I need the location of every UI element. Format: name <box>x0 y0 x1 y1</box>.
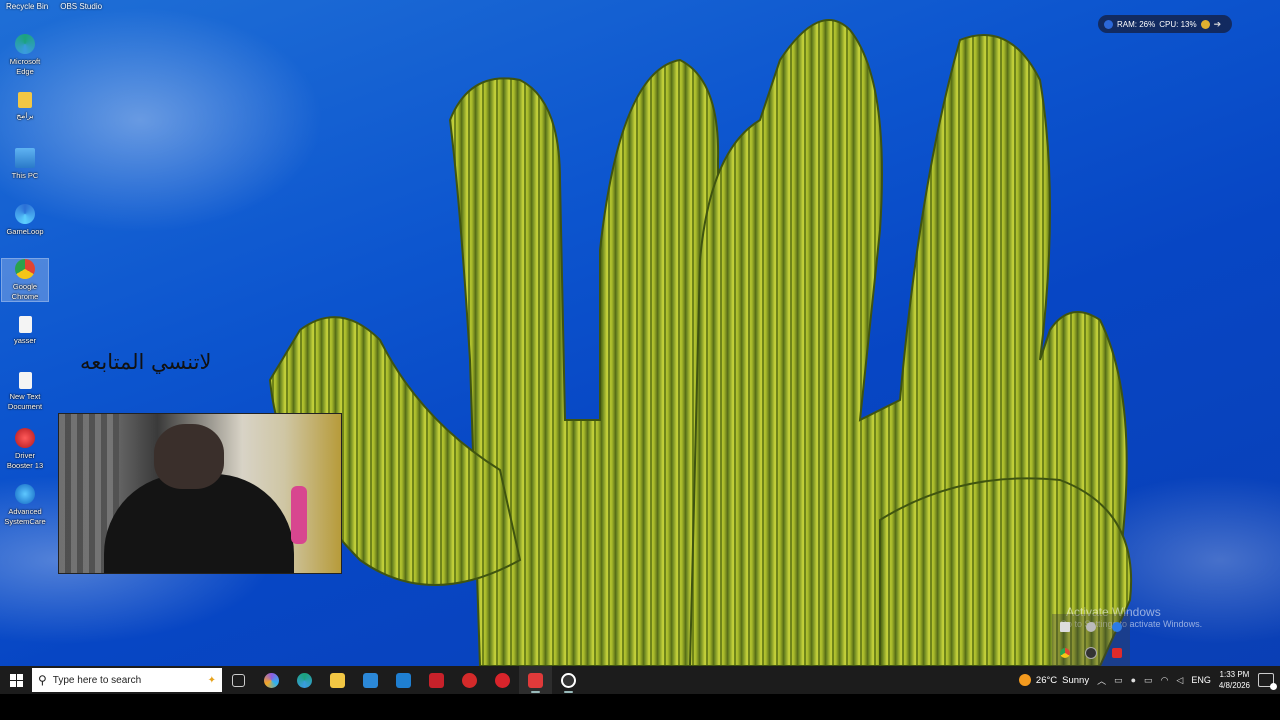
store-icon <box>363 672 378 688</box>
taskbar-red-app[interactable] <box>420 666 453 694</box>
chevron-up-icon[interactable]: ︿ <box>1097 674 1106 687</box>
obs-studio-label[interactable]: OBS Studio <box>60 2 102 11</box>
gameloop-tray-icon[interactable] <box>1086 621 1096 632</box>
taskbar-recorder[interactable] <box>519 666 552 694</box>
bluetooth-tray-icon[interactable] <box>1112 621 1122 632</box>
top-icon-labels: Recycle Bin OBS Studio <box>0 2 102 11</box>
system-tray: 26°C Sunny ︿ ▭ ● ▭ ◠ ◁ ENG 1:33 PM 4/8/2… <box>1018 669 1280 691</box>
start-button[interactable] <box>0 666 32 694</box>
recorder-tray-icon[interactable] <box>1112 647 1122 658</box>
desktop-icon-edge[interactable]: Microsoft Edge <box>2 34 48 77</box>
taskbar-copilot[interactable] <box>255 666 288 694</box>
system-monitor-widget[interactable]: RAM: 26% CPU: 13% ➔ <box>1098 15 1232 33</box>
driver-booster-icon <box>15 428 35 448</box>
taskbar-driver-booster[interactable] <box>486 666 519 694</box>
webcam-overlay <box>58 413 342 574</box>
webcam-object <box>291 486 307 544</box>
microphone-icon[interactable]: ● <box>1131 675 1136 685</box>
chrome-icon <box>15 259 35 279</box>
windows-tray-icon[interactable] <box>1060 621 1070 632</box>
file-icon <box>18 316 32 333</box>
desktop-icon-new-text-document[interactable]: New Text Document <box>2 372 48 412</box>
desktop-icon-chrome[interactable]: Google Chrome <box>1 258 49 302</box>
desktop-icon-label: New Text Document <box>7 392 43 411</box>
desktop-icon-label: This PC <box>11 171 39 180</box>
sun-icon <box>1018 674 1031 686</box>
weather-condition: Sunny <box>1062 674 1090 686</box>
desktop-icon-gameloop[interactable]: GameLoop <box>2 204 48 237</box>
folder-icon <box>18 92 32 108</box>
desktop-icon-driver-booster[interactable]: Driver Booster 13 <box>2 428 48 471</box>
webcam-person-body <box>104 474 294 573</box>
desktop-icon-label: yasser <box>13 336 37 345</box>
monitor-icon <box>1104 19 1113 29</box>
search-placeholder: Type here to search <box>52 674 142 686</box>
desktop-icon-label: Advanced SystemCare <box>4 507 46 526</box>
arrow-right-icon[interactable]: ➔ <box>1214 19 1222 30</box>
meet-now-icon[interactable]: ▭ <box>1114 675 1123 686</box>
weather-widget[interactable]: 26°C Sunny <box>1018 674 1090 686</box>
obs-studio-icon <box>561 672 576 688</box>
outlook-icon <box>396 672 411 688</box>
taskbar-obs-studio[interactable] <box>552 666 585 694</box>
taskbar-microsoft-store[interactable] <box>354 666 387 694</box>
webcam-person-head <box>154 424 224 489</box>
red-app-2-icon <box>462 672 477 688</box>
copilot-icon <box>264 672 279 688</box>
taskbar-outlook[interactable] <box>387 666 420 694</box>
notification-center-icon[interactable] <box>1258 673 1277 690</box>
windows-logo-icon <box>9 673 23 687</box>
taskbar: ⚲ Type here to search ✦ 26°C Sunny ︿ ▭ ●… <box>0 666 1280 694</box>
gameloop-icon <box>15 204 35 224</box>
language-indicator[interactable]: ENG <box>1191 675 1211 685</box>
battery-icon[interactable]: ▭ <box>1144 675 1153 686</box>
tray-overflow-flyout <box>1052 614 1130 666</box>
taskbar-file-explorer[interactable] <box>321 666 354 694</box>
recorder-icon <box>528 672 543 688</box>
obs-tray-icon[interactable] <box>1085 646 1097 659</box>
desktop-icon-advanced-systemcare[interactable]: Advanced SystemCare <box>2 484 48 527</box>
coin-icon <box>1200 19 1210 29</box>
desktop-icon-label: برامج <box>16 111 34 120</box>
edge-icon <box>15 34 35 54</box>
cpu-usage: CPU: 13% <box>1159 19 1197 29</box>
taskbar-edge[interactable] <box>288 666 321 694</box>
clock[interactable]: 1:33 PM 4/8/2026 <box>1219 669 1250 691</box>
chrome-tray-icon[interactable] <box>1060 647 1070 658</box>
network-icon[interactable]: ◠ <box>1161 675 1169 686</box>
desktop-icon-label: Google Chrome <box>11 282 39 301</box>
taskbar-task-view[interactable] <box>222 666 255 694</box>
clock-time: 1:33 PM <box>1219 670 1250 679</box>
volume-icon[interactable]: ◁ <box>1176 675 1183 686</box>
taskbar-search-box[interactable]: ⚲ Type here to search ✦ <box>32 668 222 692</box>
desktop-icon-label: GameLoop <box>6 227 44 236</box>
search-highlight-icon: ✦ <box>207 674 216 686</box>
ram-usage: RAM: 26% <box>1117 19 1156 29</box>
desktop-icon-programs-folder[interactable]: برامج <box>2 92 48 121</box>
clock-date: 4/8/2026 <box>1218 681 1250 690</box>
bottom-black-bar <box>0 694 1280 720</box>
desktop: Recycle Bin OBS Studio Microsoft Edge بر… <box>0 0 1280 666</box>
driver-booster-icon <box>495 672 510 688</box>
folder-icon <box>330 672 345 688</box>
taskbar-red-app-2[interactable] <box>453 666 486 694</box>
weather-temp: 26°C <box>1035 674 1058 686</box>
edge-icon <box>297 672 312 688</box>
recycle-bin-label[interactable]: Recycle Bin <box>6 2 48 11</box>
monitor-icon <box>15 148 35 168</box>
text-file-icon <box>18 372 32 389</box>
desktop-icon-label: Microsoft Edge <box>9 57 41 76</box>
task-view-icon <box>232 673 245 687</box>
arabic-overlay-text: لاتنسي المتابعه <box>80 350 212 374</box>
advanced-systemcare-icon <box>15 484 35 504</box>
desktop-icon-this-pc[interactable]: This PC <box>2 148 48 181</box>
red-app-icon <box>429 672 444 688</box>
desktop-icon-yasser[interactable]: yasser <box>2 316 48 346</box>
search-icon: ⚲ <box>38 673 47 687</box>
desktop-icon-label: Driver Booster 13 <box>6 451 44 470</box>
